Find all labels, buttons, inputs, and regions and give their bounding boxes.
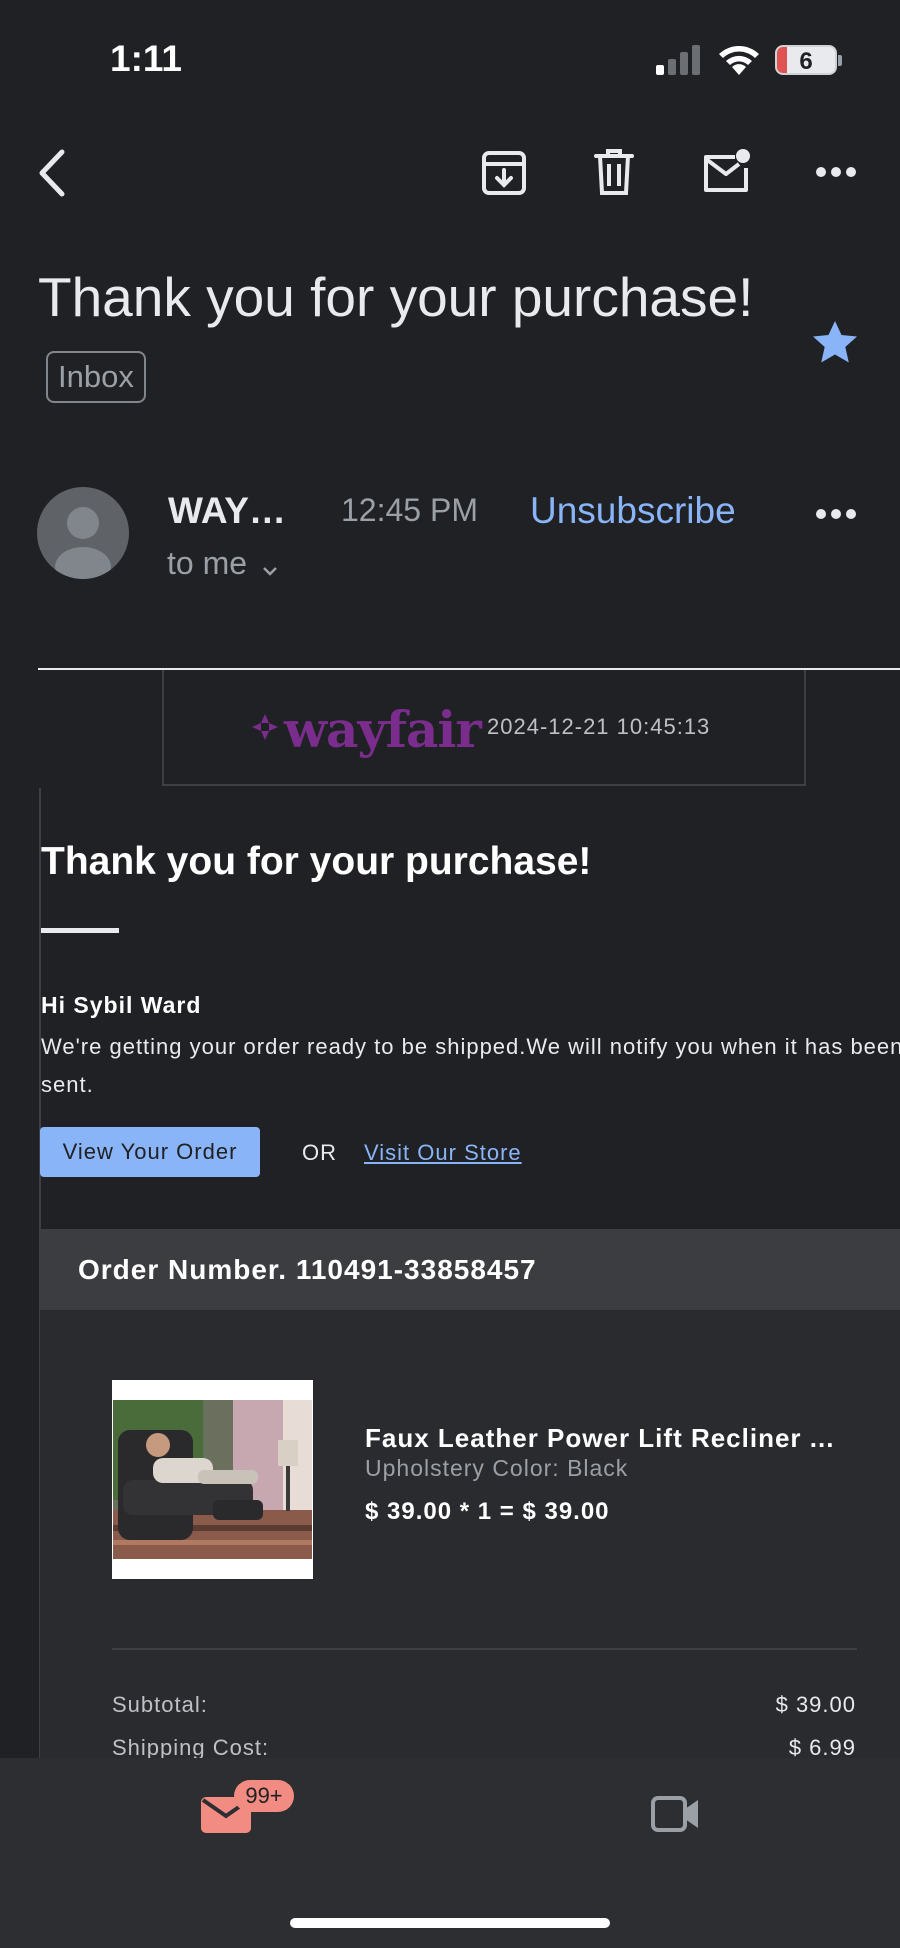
chevron-down-icon [262,547,278,584]
video-call-icon[interactable] [651,1795,701,1833]
view-order-button[interactable]: View Your Order [40,1127,260,1177]
product-price-line: $ 39.00 * 1 = $ 39.00 [365,1498,610,1525]
back-arrow-icon[interactable] [36,148,68,198]
recipient-toggle[interactable]: to me [167,545,278,584]
mark-unread-icon[interactable] [701,148,751,194]
star-icon[interactable] [812,320,858,364]
visit-store-link[interactable]: Visit Our Store [364,1140,522,1166]
order-number: Order Number. 110491-33858457 [78,1254,537,1285]
email-timestamp: 2024-12-21 10:45:13 [487,714,711,739]
recipient-text: to me [167,545,248,581]
trash-icon[interactable] [594,148,634,196]
subject-text: Thank you for your purchase! [38,266,754,328]
sender-avatar[interactable] [37,487,129,579]
wayfair-pinwheel-icon [250,712,280,742]
email-subject: Thank you for your purchase! Inbox [38,256,778,420]
message-headline: Thank you for your purchase! [41,840,592,883]
sent-time: 12:45 PM [341,492,478,528]
message-body: We're getting your order ready to be shi… [41,1034,900,1097]
battery-cap [838,55,842,66]
inbox-label[interactable]: Inbox [46,351,146,404]
subtotal-label: Subtotal: [112,1692,208,1717]
mail-count-badge: 99+ [234,1780,294,1812]
more-options-icon[interactable] [816,166,856,178]
wifi-icon [718,44,760,76]
totals-divider [112,1648,857,1650]
signal-icon [656,45,702,75]
wayfair-logo: wayfair [284,700,482,759]
archive-icon[interactable] [481,150,527,196]
product-option: Upholstery Color: Black [365,1455,629,1481]
unsubscribe-link[interactable]: Unsubscribe [530,490,736,532]
product-name[interactable]: Faux Leather Power Lift Recliner ... [365,1423,834,1454]
subtotal-value: $ 39.00 [775,1692,856,1717]
status-time: 1:11 [110,38,183,79]
battery-indicator: 6 [775,45,837,75]
sender-name[interactable]: WAY… [168,490,286,532]
or-separator: OR [302,1140,337,1165]
headline-rule [41,928,119,933]
message-more-icon[interactable] [816,508,856,520]
product-image[interactable] [113,1400,312,1559]
home-indicator[interactable] [290,1918,610,1928]
greeting: Hi Sybil Ward [41,992,202,1018]
